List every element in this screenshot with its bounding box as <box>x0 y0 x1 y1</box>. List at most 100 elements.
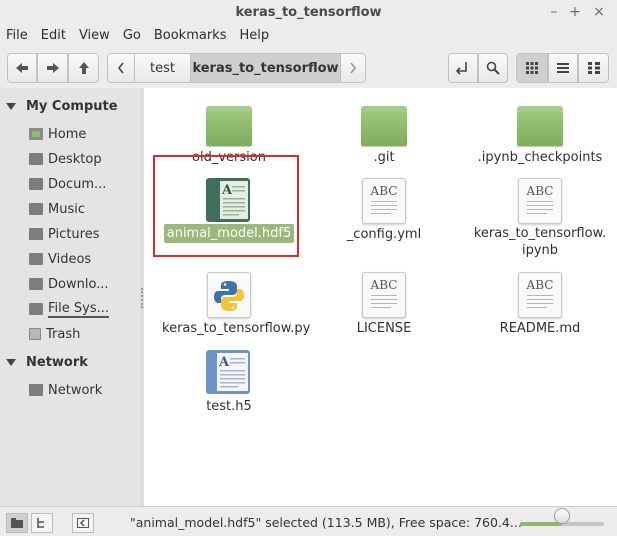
file-item-config-yml[interactable]: ABC _config.yml <box>314 178 454 244</box>
file-name-line-1: keras_to_tensorflow. <box>473 226 607 241</box>
svg-text:A: A <box>218 355 230 370</box>
toolbar: test keras_to_tensorflow <box>0 48 617 88</box>
file-name: LICENSE <box>356 321 412 336</box>
maximize-button[interactable]: + <box>566 3 584 21</box>
sidebar-item-label: Pictures <box>48 226 100 242</box>
videos-folder-icon <box>29 253 43 265</box>
status-bar: "animal_model.hdf5" selected (113.5 MB),… <box>0 506 617 536</box>
back-button[interactable] <box>7 53 37 83</box>
show-places-button[interactable] <box>6 513 28 533</box>
text-file-icon: ABC <box>518 272 562 318</box>
file-manager-window: keras_to_tensorflow – + × File Edit View… <box>0 0 617 536</box>
sidebar-item-label: Docum... <box>48 176 107 192</box>
folder-icon <box>361 106 407 146</box>
hide-sidebar-button[interactable] <box>72 513 94 533</box>
desktop-folder-icon <box>29 153 43 165</box>
up-button[interactable] <box>68 53 99 83</box>
file-item-test-h5[interactable]: A test.h5 <box>159 350 299 416</box>
file-name-line-2: ipynb <box>521 243 559 258</box>
search-icon <box>486 61 500 75</box>
show-tree-button[interactable] <box>31 513 53 533</box>
menu-bookmarks[interactable]: Bookmarks <box>154 28 227 43</box>
sidebar-item-label: Trash <box>46 326 81 342</box>
sidebar-item-label: Desktop <box>48 151 102 167</box>
zoom-slider-handle[interactable] <box>554 508 570 524</box>
sidebar: My Compute Home Desktop Docum... Music P… <box>0 88 140 506</box>
file-item-license[interactable]: ABC LICENSE <box>314 272 454 338</box>
arrow-up-icon <box>78 62 89 74</box>
close-button[interactable]: × <box>590 3 608 21</box>
expander-down-icon <box>6 358 16 366</box>
window-title: keras_to_tensorflow <box>235 4 382 20</box>
sidebar-toggle-icon <box>77 518 89 528</box>
menu-view[interactable]: View <box>79 28 110 43</box>
menu-file[interactable]: File <box>6 28 28 43</box>
folder-icon <box>517 106 563 146</box>
sidebar-item-trash[interactable]: Trash <box>29 323 80 345</box>
sidebar-section-network[interactable]: Network <box>0 351 88 373</box>
icon-view-button[interactable] <box>516 53 548 83</box>
file-item-git[interactable]: .git <box>314 106 454 166</box>
sidebar-section-label: Network <box>26 354 88 370</box>
expander-down-icon <box>6 102 16 110</box>
sidebar-item-desktop[interactable]: Desktop <box>29 148 102 170</box>
file-name: .git <box>373 150 395 165</box>
breadcrumb-scroll-right[interactable] <box>340 53 366 83</box>
downloads-folder-icon <box>29 278 43 290</box>
arrow-right-icon <box>46 63 59 73</box>
file-item-ipynb-checkpoints[interactable]: .ipynb_checkpoints <box>470 106 610 166</box>
breadcrumb-scroll-left[interactable] <box>107 53 135 83</box>
grid-view-icon <box>526 62 538 74</box>
menu-edit[interactable]: Edit <box>41 28 66 43</box>
sidebar-item-documents[interactable]: Docum... <box>29 173 106 195</box>
search-button[interactable] <box>478 53 508 83</box>
text-icon-label: ABC <box>526 184 554 198</box>
text-icon-label: ABC <box>526 278 554 292</box>
breadcrumb-keras-to-tensorflow[interactable]: keras_to_tensorflow <box>190 53 341 83</box>
file-item-keras-to-tensorflow-py[interactable]: keras_to_tensorflow.py <box>159 272 310 338</box>
sidebar-item-label: File Sys... <box>48 300 110 318</box>
filesystem-icon <box>29 303 43 315</box>
sidebar-item-pictures[interactable]: Pictures <box>29 223 99 245</box>
text-file-icon: ABC <box>362 178 406 224</box>
location-entry-icon <box>455 62 467 75</box>
file-name: README.md <box>499 321 581 336</box>
sidebar-item-network[interactable]: Network <box>29 379 102 401</box>
places-icon <box>11 518 23 528</box>
file-item-readme-md[interactable]: ABC README.md <box>470 272 610 338</box>
forward-button[interactable] <box>37 53 68 83</box>
file-name: .ipynb_checkpoints <box>477 150 603 165</box>
toggle-location-button[interactable] <box>448 53 478 83</box>
pictures-folder-icon <box>29 228 43 240</box>
text-file-icon: ABC <box>362 272 406 318</box>
sidebar-item-label: Downlo... <box>48 276 109 292</box>
compact-view-icon <box>587 62 600 74</box>
sidebar-item-home[interactable]: Home <box>29 123 86 145</box>
sidebar-item-downloads[interactable]: Downlo... <box>29 273 109 295</box>
breadcrumb-test[interactable]: test <box>134 53 191 83</box>
sidebar-section-my-computer[interactable]: My Compute <box>0 95 118 117</box>
title-bar: keras_to_tensorflow – + × <box>0 0 617 24</box>
text-icon-label: ABC <box>370 184 398 198</box>
file-name: keras_to_tensorflow.py <box>162 321 311 336</box>
sidebar-item-label: Videos <box>48 251 92 267</box>
sidebar-item-music[interactable]: Music <box>29 198 85 220</box>
minimize-button[interactable]: – <box>545 3 563 21</box>
sidebar-item-label: Home <box>48 126 87 142</box>
file-item-keras-to-tensorflow-ipynb[interactable]: ABC keras_to_tensorflow. ipynb <box>470 178 610 258</box>
menu-go[interactable]: Go <box>123 28 141 43</box>
status-text: "animal_model.hdf5" selected (113.5 MB),… <box>130 515 522 530</box>
file-view: old_version .git .ipynb_checkpoints A an… <box>144 88 617 506</box>
arrow-left-icon <box>16 63 28 73</box>
sidebar-item-videos[interactable]: Videos <box>29 248 91 270</box>
splitter-grip[interactable] <box>141 288 143 308</box>
list-view-icon <box>557 63 569 73</box>
sidebar-item-label: Network <box>48 382 103 398</box>
menu-help[interactable]: Help <box>239 28 269 43</box>
file-name: test.h5 <box>206 399 252 414</box>
compact-view-button[interactable] <box>578 53 609 83</box>
sidebar-item-filesystem[interactable]: File Sys... <box>29 298 110 320</box>
text-icon-label: ABC <box>370 278 398 292</box>
list-view-button[interactable] <box>548 53 578 83</box>
document-file-icon: A <box>206 350 250 394</box>
